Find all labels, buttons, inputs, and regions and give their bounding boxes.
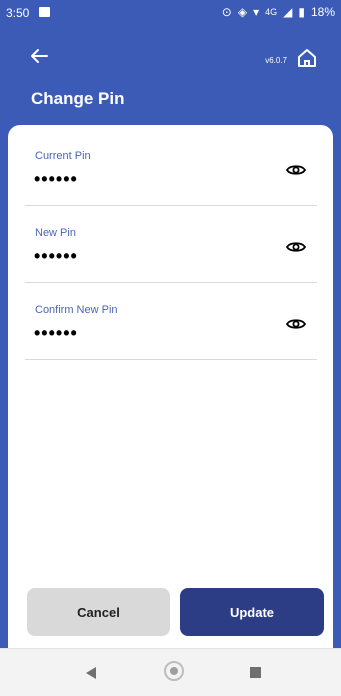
current-pin-label: Current Pin	[35, 150, 91, 162]
confirm-pin-value[interactable]: ••••••	[34, 323, 78, 344]
screen: 3:50 ⊙ ◈ ▾ 4G ◢ ▮ 18% v6.0.7 Change Pin …	[0, 0, 341, 696]
home-icon[interactable]	[296, 47, 318, 69]
confirm-pin-label: Confirm New Pin	[35, 304, 118, 316]
network-type: 4G	[265, 7, 278, 17]
status-bar: 3:50 ⊙ ◈ ▾ 4G ◢ ▮ 18%	[0, 0, 341, 28]
new-pin-value[interactable]: ••••••	[34, 246, 78, 267]
nav-recent-apps-icon[interactable]	[250, 667, 261, 678]
signal-icon: ◢	[283, 5, 293, 19]
location-icon: ⊙	[221, 5, 232, 19]
eye-icon[interactable]	[286, 163, 306, 177]
navigation-bar	[0, 648, 341, 696]
nav-back-icon[interactable]	[86, 667, 96, 679]
cancel-button[interactable]: Cancel	[27, 588, 170, 636]
current-pin-value[interactable]: ••••••	[34, 169, 78, 190]
update-button[interactable]: Update	[180, 588, 324, 636]
eye-icon[interactable]	[286, 240, 306, 254]
battery-percent: 18%	[310, 5, 335, 19]
back-arrow-icon[interactable]	[30, 47, 48, 65]
gallery-icon	[39, 7, 50, 17]
vibrate-icon: ◈	[237, 5, 248, 19]
page-title: Change Pin	[31, 89, 125, 108]
wifi-icon: ▾	[253, 5, 260, 19]
confirm-pin-field[interactable]: Confirm New Pin ••••••	[25, 304, 317, 360]
new-pin-field[interactable]: New Pin ••••••	[25, 227, 317, 283]
battery-icon: ▮	[298, 5, 305, 19]
status-time: 3:50	[6, 6, 30, 20]
current-pin-field[interactable]: Current Pin ••••••	[25, 150, 317, 206]
nav-home-icon[interactable]	[164, 661, 184, 681]
new-pin-label: New Pin	[35, 227, 76, 239]
eye-icon[interactable]	[286, 317, 306, 331]
status-indicators: ⊙ ◈ ▾ 4G ◢ ▮ 18%	[222, 5, 335, 19]
version-label: v6.0.7	[265, 56, 287, 65]
